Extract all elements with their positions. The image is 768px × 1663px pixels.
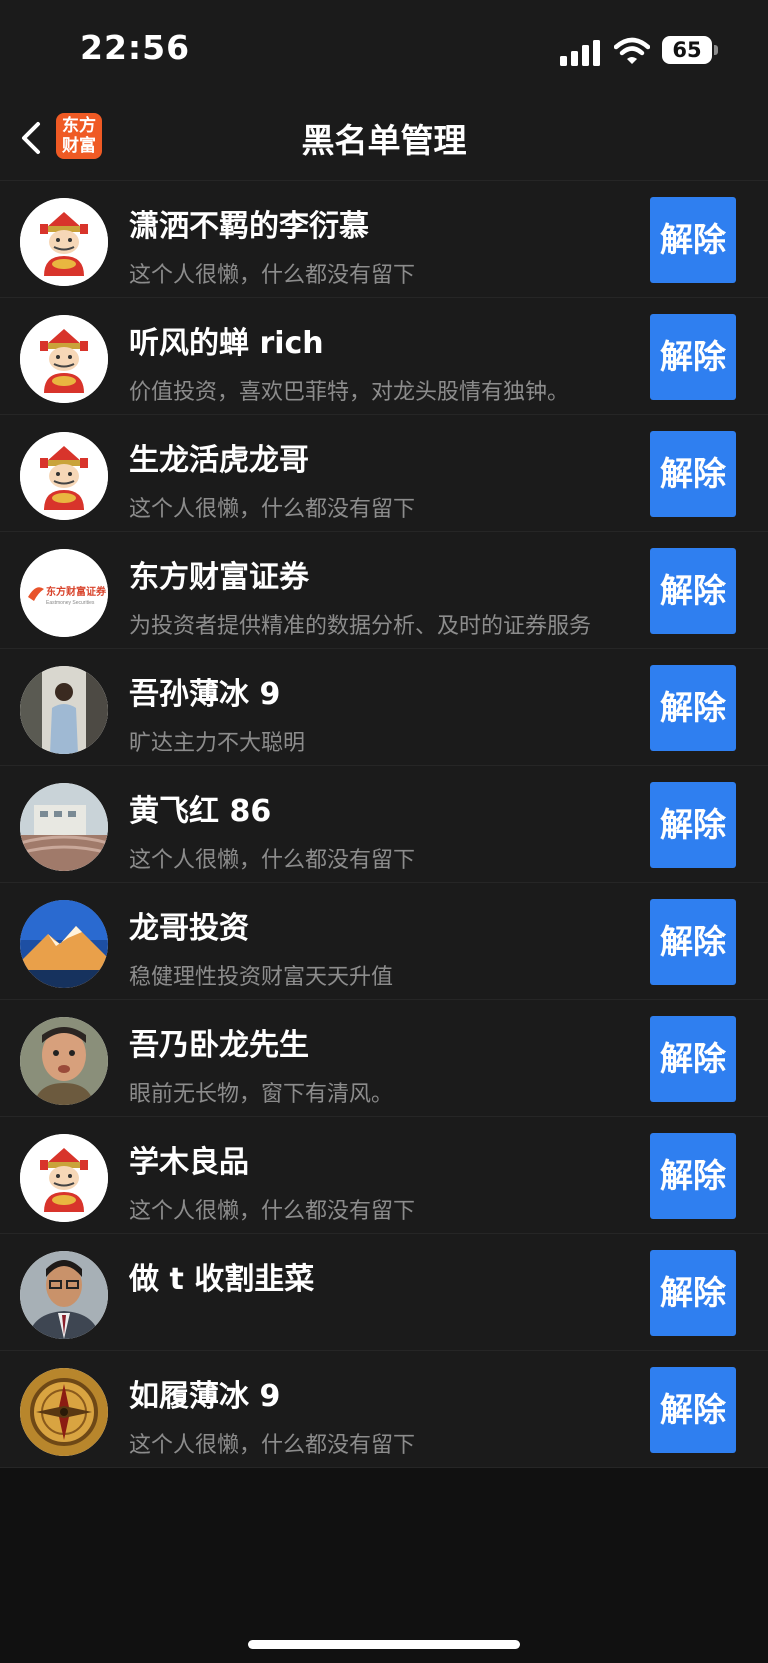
svg-text:Eastmoney Securities: Eastmoney Securities xyxy=(46,600,95,606)
battery-level: 65 xyxy=(662,36,712,64)
user-name[interactable]: 潇洒不羁的李衍慕 xyxy=(129,201,369,245)
battery-indicator: 65 xyxy=(662,36,718,66)
face-photo-avatar[interactable] xyxy=(20,1017,108,1105)
unblock-button[interactable]: 解除 xyxy=(650,197,736,283)
eastmoney-securities-logo[interactable]: 东方财富证券 Eastmoney Securities xyxy=(20,549,108,637)
user-name[interactable]: 龙哥投资 xyxy=(129,903,249,947)
building-photo-avatar[interactable] xyxy=(20,783,108,871)
battery-cap xyxy=(714,45,718,55)
unblock-button[interactable]: 解除 xyxy=(650,1250,736,1336)
list-item: 吾乃卧龙先生 眼前无长物，窗下有清风。 解除 xyxy=(0,1000,768,1117)
unblock-button[interactable]: 解除 xyxy=(650,431,736,517)
back-chevron-icon[interactable] xyxy=(14,116,50,160)
user-name[interactable]: 学木良品 xyxy=(129,1137,249,1181)
mountain-photo-avatar[interactable] xyxy=(20,900,108,988)
page-title: 黑名单管理 xyxy=(301,121,467,160)
svg-text:东方财富证券: 东方财富证券 xyxy=(46,585,107,598)
eastmoney-logo: 东方财富 xyxy=(56,113,102,159)
wifi-icon xyxy=(614,37,650,64)
caishen-avatar[interactable] xyxy=(20,198,108,286)
person-photo-avatar[interactable] xyxy=(20,666,108,754)
user-name[interactable]: 听风的蝉 rich xyxy=(129,318,324,362)
unblock-button[interactable]: 解除 xyxy=(650,1016,736,1102)
unblock-button[interactable]: 解除 xyxy=(650,1133,736,1219)
caishen-avatar[interactable] xyxy=(20,315,108,403)
user-name[interactable]: 黄飞红 86 xyxy=(129,786,271,830)
list-item: 龙哥投资 稳健理性投资财富天天升值 解除 xyxy=(0,883,768,1000)
user-bio: 稳健理性投资财富天天升值 xyxy=(129,965,394,990)
status-bar: 22:56 65 xyxy=(0,0,768,100)
suited-man-photo-avatar[interactable] xyxy=(20,1251,108,1339)
list-item: 潇洒不羁的李衍慕 这个人很懒，什么都没有留下 解除 xyxy=(0,181,768,298)
unblock-button[interactable]: 解除 xyxy=(650,665,736,751)
user-name[interactable]: 生龙活虎龙哥 xyxy=(129,435,309,479)
unblock-button[interactable]: 解除 xyxy=(650,782,736,868)
list-item: 学木良品 这个人很懒，什么都没有留下 解除 xyxy=(0,1117,768,1234)
user-bio: 旷达主力不大聪明 xyxy=(129,731,306,756)
unblock-button[interactable]: 解除 xyxy=(650,548,736,634)
user-name[interactable]: 吾孙薄冰 9 xyxy=(129,669,280,713)
home-indicator[interactable] xyxy=(248,1640,520,1649)
unblock-button[interactable]: 解除 xyxy=(650,899,736,985)
user-name[interactable]: 东方财富证券 xyxy=(129,552,309,596)
list-item: 听风的蝉 rich 价值投资，喜欢巴菲特，对龙头股情有独钟。 解除 xyxy=(0,298,768,415)
unblock-button[interactable]: 解除 xyxy=(650,314,736,400)
user-bio: 这个人很懒，什么都没有留下 xyxy=(129,1433,416,1458)
user-name[interactable]: 如履薄冰 9 xyxy=(129,1371,280,1415)
blacklist: 潇洒不羁的李衍慕 这个人很懒，什么都没有留下 解除 听风的蝉 rich 价值投资… xyxy=(0,181,768,1468)
user-bio: 这个人很懒，什么都没有留下 xyxy=(129,263,416,288)
cellular-signal-icon xyxy=(560,40,600,66)
caishen-avatar[interactable] xyxy=(20,1134,108,1222)
user-bio: 这个人很懒，什么都没有留下 xyxy=(129,1199,416,1224)
user-name[interactable]: 吾乃卧龙先生 xyxy=(129,1020,309,1064)
list-item: 做 t 收割韭菜 解除 xyxy=(0,1234,768,1351)
list-item: 东方财富证券 Eastmoney Securities 东方财富证券 为投资者提… xyxy=(0,532,768,649)
status-time: 22:56 xyxy=(80,28,191,67)
user-bio: 为投资者提供精准的数据分析、及时的证券服务 xyxy=(129,614,592,639)
caishen-avatar[interactable] xyxy=(20,432,108,520)
list-item: 生龙活虎龙哥 这个人很懒，什么都没有留下 解除 xyxy=(0,415,768,532)
unblock-button[interactable]: 解除 xyxy=(650,1367,736,1453)
compass-photo-avatar[interactable] xyxy=(20,1368,108,1456)
user-bio: 这个人很懒，什么都没有留下 xyxy=(129,848,416,873)
nav-bar: 黑名单管理 东方财富 xyxy=(0,100,768,181)
user-bio: 价值投资，喜欢巴菲特，对龙头股情有独钟。 xyxy=(129,380,570,405)
list-item: 吾孙薄冰 9 旷达主力不大聪明 解除 xyxy=(0,649,768,766)
list-item: 黄飞红 86 这个人很懒，什么都没有留下 解除 xyxy=(0,766,768,883)
user-bio: 眼前无长物，窗下有清风。 xyxy=(129,1082,394,1107)
user-bio: 这个人很懒，什么都没有留下 xyxy=(129,497,416,522)
list-item: 如履薄冰 9 这个人很懒，什么都没有留下 解除 xyxy=(0,1351,768,1468)
user-name[interactable]: 做 t 收割韭菜 xyxy=(129,1254,314,1298)
